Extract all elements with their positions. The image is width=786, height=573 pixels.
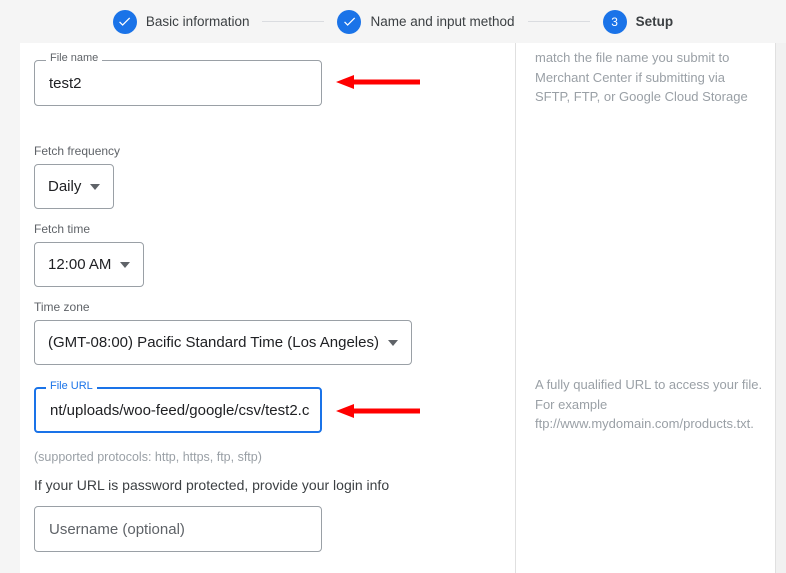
step-basic-information[interactable]: Basic information [112, 9, 250, 34]
step-label-setup: Setup [635, 14, 674, 29]
time-zone-select[interactable]: (GMT-08:00) Pacific Standard Time (Los A… [34, 320, 412, 365]
check-icon [337, 9, 362, 34]
chevron-down-icon [387, 339, 398, 346]
arrow-to-file-url [336, 404, 420, 418]
file-url-field[interactable]: File URL nt/uploads/woo-feed/google/csv/… [34, 381, 322, 433]
step-number-badge: 3 [602, 9, 627, 34]
supported-protocols-note: (supported protocols: http, https, ftp, … [34, 450, 262, 464]
fetch-time-select[interactable]: 12:00 AM [34, 242, 145, 287]
file-url-help-text: A fully qualified URL to access your fil… [535, 377, 763, 431]
step-setup[interactable]: 3 Setup [602, 9, 674, 34]
username-placeholder: Username (optional) [49, 520, 185, 538]
check-icon [112, 9, 137, 34]
chevron-down-icon [120, 261, 131, 268]
file-name-field[interactable]: File name test2 [34, 53, 322, 106]
step-connector-1 [262, 21, 325, 22]
chevron-down-icon [90, 183, 101, 190]
fetch-frequency-value: Daily [48, 178, 82, 195]
step-connector-2 [527, 21, 590, 22]
step-name-and-input-method[interactable]: Name and input method [337, 9, 515, 34]
fetch-time-value: 12:00 AM [48, 256, 112, 273]
file-name-help-text: match the file name you submit to Mercha… [535, 50, 748, 104]
fetch-time-group: Fetch time 12:00 AM [34, 222, 145, 287]
fetch-frequency-label: Fetch frequency [34, 144, 121, 158]
setup-form-card: File name test2 match the file name you … [20, 43, 775, 573]
file-url-value: nt/uploads/woo-feed/google/csv/test2.csv [50, 401, 310, 419]
time-zone-value: (GMT-08:00) Pacific Standard Time (Los A… [48, 334, 379, 351]
time-zone-group: Time zone (GMT-08:00) Pacific Standard T… [34, 300, 412, 365]
step-label-name-and-input-method: Name and input method [370, 14, 515, 29]
progress-stepper: Basic information Name and input method … [0, 0, 786, 43]
arrow-to-file-name [336, 75, 420, 89]
fetch-frequency-select[interactable]: Daily [34, 164, 115, 209]
credentials-heading: If your URL is password protected, provi… [34, 477, 390, 493]
file-name-value: test2 [49, 74, 82, 92]
time-zone-label: Time zone [34, 300, 90, 314]
username-input[interactable]: Username (optional) [34, 506, 322, 552]
page-scrollbar-track[interactable] [775, 43, 786, 573]
fetch-frequency-group: Fetch frequency Daily [34, 144, 120, 209]
content-help-divider [515, 43, 516, 573]
fetch-time-label: Fetch time [34, 222, 91, 236]
step-label-basic-information: Basic information [145, 14, 250, 29]
step-number-label: 3 [611, 14, 618, 29]
